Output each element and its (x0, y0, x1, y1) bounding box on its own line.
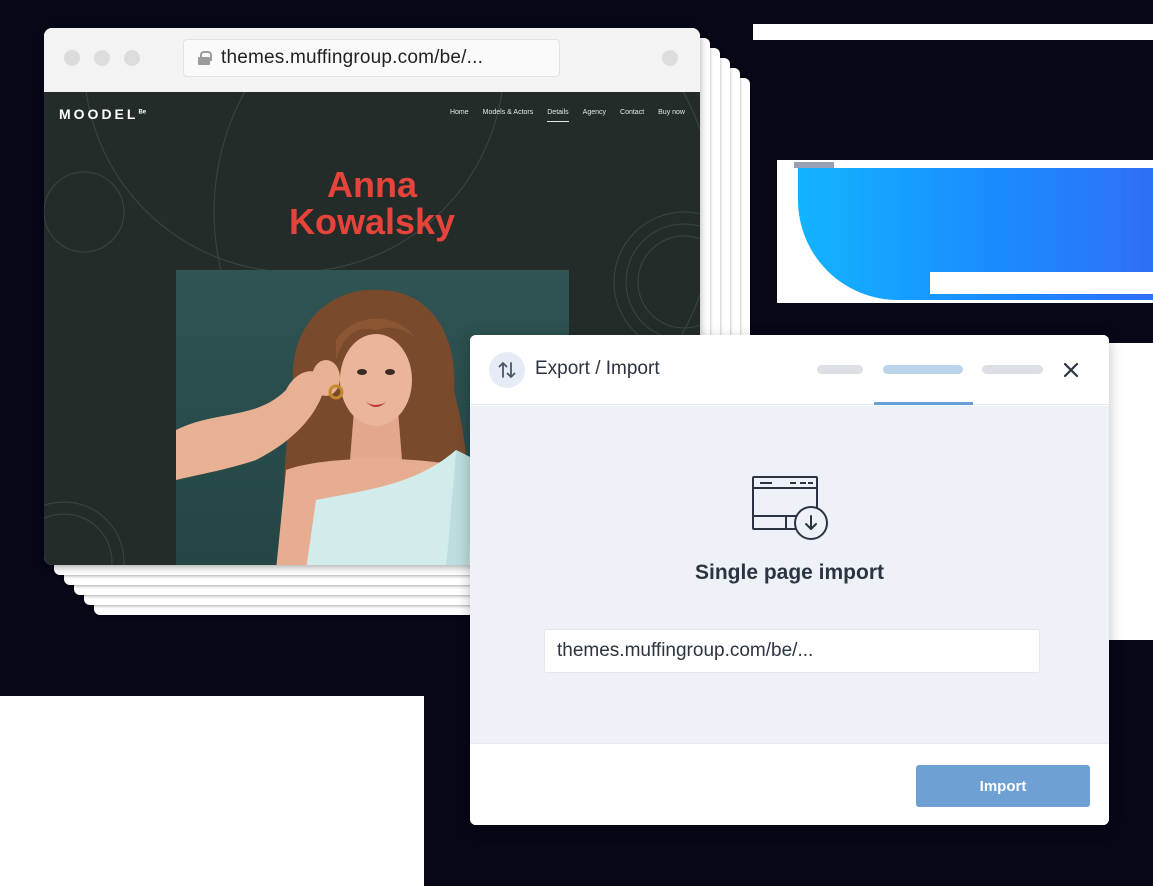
dialog-footer: Import (470, 743, 1109, 825)
backdrop (753, 40, 1153, 160)
nav-item-contact[interactable]: Contact (620, 109, 644, 122)
nav-item-models-actors[interactable]: Models & Actors (483, 109, 534, 122)
blue-notch (930, 272, 1153, 294)
nav-item-agency[interactable]: Agency (583, 109, 606, 122)
site-logo[interactable]: MOODELBe (59, 106, 146, 122)
nav-item-home[interactable]: Home (450, 109, 469, 122)
swap-arrows-icon (489, 352, 525, 388)
dialog-header: Export / Import (470, 335, 1109, 405)
extension-dot[interactable] (662, 50, 678, 66)
nav-item-buy-now[interactable]: Buy now (658, 109, 685, 122)
site-nav: Home Models & Actors Details Agency Cont… (436, 109, 685, 122)
active-tab-indicator (874, 402, 973, 405)
hero-last-name: Kowalsky (288, 201, 456, 242)
dialog-body: Single page import (470, 406, 1109, 743)
export-import-dialog: Export / Import Single page import theme… (470, 335, 1109, 825)
tab-3[interactable] (982, 365, 1043, 374)
window-minimize-dot[interactable] (94, 50, 110, 66)
hero-first-name: Anna (327, 164, 417, 205)
window-close-dot[interactable] (64, 50, 80, 66)
browser-toolbar: themes.muffingroup.com/be/... (44, 28, 700, 92)
lock-icon (198, 51, 212, 65)
close-icon[interactable] (1062, 361, 1080, 379)
address-bar[interactable]: themes.muffingroup.com/be/... (183, 39, 560, 77)
address-bar-url: themes.muffingroup.com/be/... (221, 47, 484, 68)
page-download-icon (752, 476, 828, 540)
window-maximize-dot[interactable] (124, 50, 140, 66)
import-heading: Single page import (694, 561, 885, 584)
nav-item-details[interactable]: Details (547, 109, 569, 122)
backdrop (0, 0, 1153, 24)
top-strip (760, 24, 1153, 39)
tab-1[interactable] (817, 365, 863, 374)
page-url-input[interactable] (544, 629, 1040, 673)
import-button[interactable]: Import (916, 765, 1090, 807)
tab-2[interactable] (883, 365, 963, 374)
hero-name: Anna Kowalsky (44, 166, 700, 240)
dialog-title: Export / Import (535, 358, 660, 379)
